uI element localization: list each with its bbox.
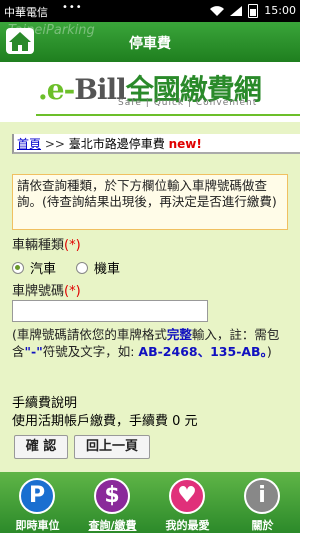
carrier-name: 中華電信 [4,6,48,19]
radio-car-label[interactable]: 汽車 [30,258,56,277]
breadcrumb-home-link[interactable]: 首頁 [17,137,41,151]
heart-icon: ♥ [169,478,205,514]
nav-label: 關於 [251,519,274,532]
banner-divider [36,114,300,116]
title-bar: TaipeiParking 停車費 [0,22,300,62]
status-icons [210,4,258,18]
ebill-banner: .e-Bill全國繳費網 Safe | Quick | Convenient [0,62,300,122]
breadcrumb: 首頁 >> 臺北市路邊停車費 new! [12,134,300,154]
nav-query-pay[interactable]: $ 查詢/繳費 [75,472,150,533]
breadcrumb-separator: >> [44,137,65,151]
back-button[interactable]: 回上一頁 [74,435,150,459]
confirm-button[interactable]: 確 認 [14,435,68,459]
query-instructions: 請依查詢種類，於下方欄位輸入車牌號碼做查詢。(待查詢結果出現後，再決定是否進行繳… [12,174,288,230]
info-icon: i [244,478,280,514]
radio-motorcycle[interactable] [76,261,89,274]
nav-label: 即時車位 [15,519,60,532]
parking-icon: P [19,478,55,514]
battery-icon [248,4,258,18]
breadcrumb-current: 臺北市路邊停車費 [68,137,165,151]
new-badge: new! [168,137,202,151]
nav-label: 我的最愛 [165,519,210,532]
nav-about[interactable]: i 關於 [225,472,300,533]
plate-number-input[interactable] [12,300,208,322]
page-title: 停車費 [129,36,171,52]
clock: 15:00 [264,4,296,17]
wifi-icon [210,6,224,16]
status-bar: 中華電信 ••• 15:00 [0,0,300,22]
notification-dots: ••• [62,2,83,13]
fee-explanation-title: 手續費說明 [12,396,78,411]
nav-label: 查詢/繳費 [88,519,137,532]
fee-explanation-text: 使用活期帳戶繳費，手續費 0 元 [12,414,198,429]
signal-icon [230,6,242,16]
nav-realtime-parking[interactable]: P 即時車位 [0,472,75,533]
bottom-nav: P 即時車位 $ 查詢/繳費 ♥ 我的最愛 i 關於 [0,472,300,533]
main-content: .e-Bill全國繳費網 Safe | Quick | Convenient 首… [0,62,300,472]
vehicle-type-label: 車輛種類(*) [12,238,81,253]
radio-motorcycle-label[interactable]: 機車 [94,258,120,277]
vehicle-type-options: 汽車 機車 [12,258,120,277]
ebill-tagline: Safe | Quick | Convenient [118,98,258,108]
radio-car[interactable] [12,261,24,274]
nav-favorites[interactable]: ♥ 我的最愛 [150,472,225,533]
plate-number-label: 車牌號碼(*) [12,284,81,299]
plate-format-hint: (車牌號碼請依您的車牌格式完整輸入，註：需包含"-"符號及文字，如: AB-24… [12,327,280,359]
dollar-icon: $ [94,478,130,514]
